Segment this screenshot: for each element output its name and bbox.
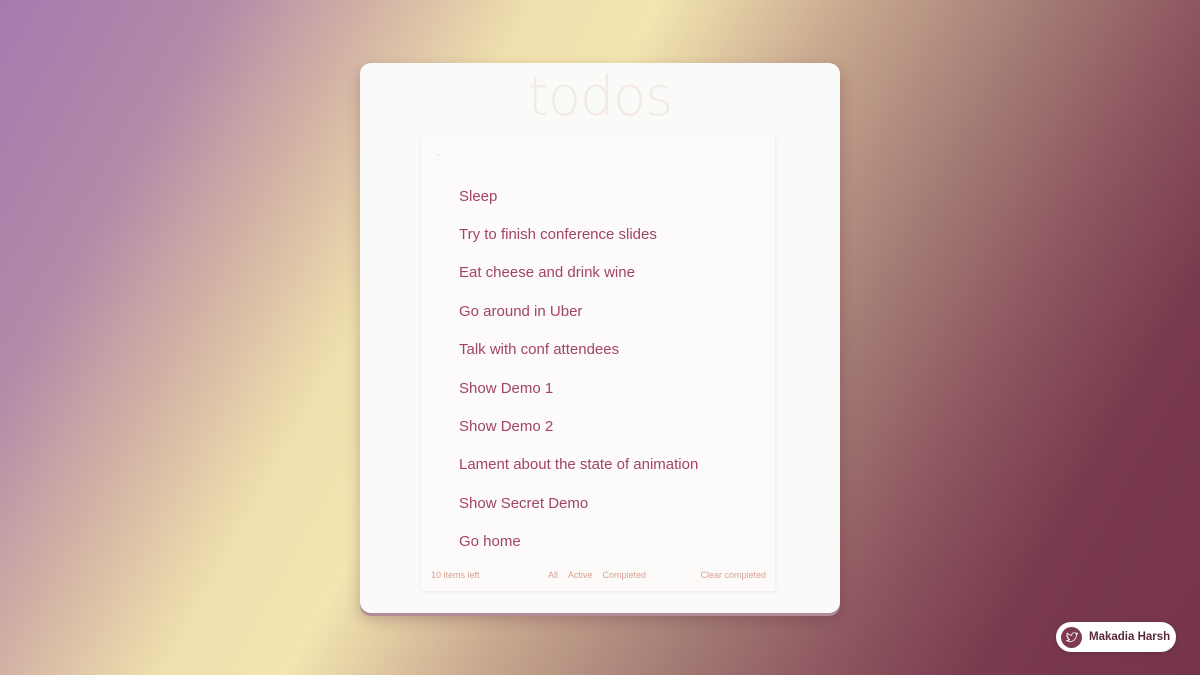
filter-all-link[interactable]: All <box>548 570 558 580</box>
todo-label[interactable]: Sleep <box>459 188 497 205</box>
toggle-all-chevron-icon[interactable]: ⌄ <box>435 150 442 158</box>
list-item[interactable]: Lament about the state of animation <box>421 446 775 484</box>
clear-completed-button[interactable]: Clear completed <box>700 566 766 584</box>
list-item[interactable]: Go home <box>421 523 775 561</box>
items-left-count: 10 items left <box>431 570 480 580</box>
list-item[interactable]: Go around in Uber <box>421 292 775 330</box>
todo-label[interactable]: Go home <box>459 533 521 550</box>
todo-label[interactable]: Go around in Uber <box>459 303 582 320</box>
filter-completed-link[interactable]: Completed <box>603 570 647 580</box>
filter-active-link[interactable]: Active <box>568 570 593 580</box>
list-item[interactable]: Show Demo 2 <box>421 407 775 445</box>
todo-label[interactable]: Show Demo 2 <box>459 418 553 435</box>
todo-label[interactable]: Lament about the state of animation <box>459 456 698 473</box>
list-item[interactable]: Eat cheese and drink wine <box>421 254 775 292</box>
list-item[interactable]: Try to finish conference slides <box>421 215 775 253</box>
todo-label[interactable]: Show Demo 1 <box>459 380 553 397</box>
todo-footer: 10 items left All Active Completed Clear… <box>421 566 775 584</box>
list-item[interactable]: Show Demo 1 <box>421 369 775 407</box>
twitter-bird-icon <box>1061 626 1082 648</box>
app-title: todos <box>527 65 674 128</box>
list-item[interactable]: Sleep <box>421 177 775 215</box>
todo-list: Sleep Try to finish conference slides Ea… <box>421 177 775 561</box>
todo-label[interactable]: Talk with conf attendees <box>459 341 619 358</box>
filter-tabs: All Active Completed <box>548 566 646 584</box>
todo-label[interactable]: Try to finish conference slides <box>459 226 657 243</box>
author-badge[interactable]: Makadia Harsh <box>1056 622 1176 652</box>
list-item[interactable]: Show Secret Demo <box>421 484 775 522</box>
todo-app-card: todos ⌄ Sleep Try to finish conference s… <box>360 63 840 613</box>
todo-panel: ⌄ Sleep Try to finish conference slides … <box>421 135 775 591</box>
todo-label[interactable]: Show Secret Demo <box>459 495 588 512</box>
list-item[interactable]: Talk with conf attendees <box>421 331 775 369</box>
author-name: Makadia Harsh <box>1089 631 1171 643</box>
todo-label[interactable]: Eat cheese and drink wine <box>459 264 635 281</box>
